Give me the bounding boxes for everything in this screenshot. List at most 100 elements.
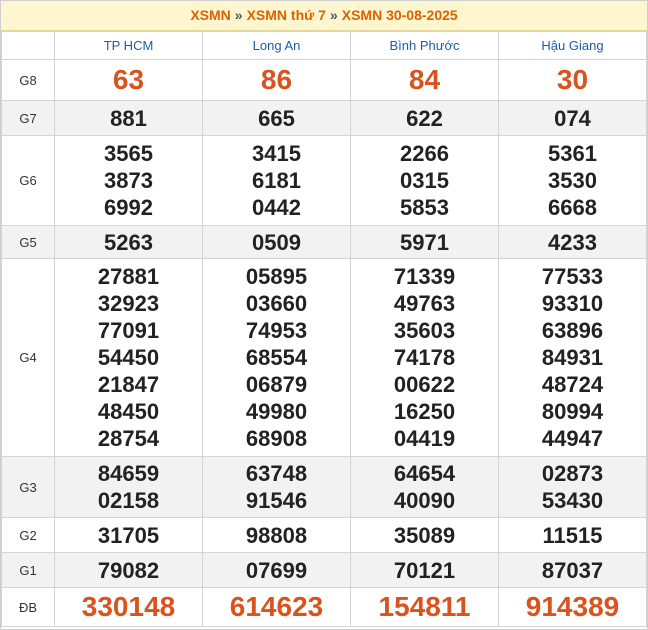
prize-cell: 881: [54, 100, 203, 136]
prize-row: G3 84659 02158 63748 91546 64654 40090 02873 534…: [1, 456, 647, 518]
prize-label: G8: [1, 59, 55, 101]
prize-number: 330148: [81, 591, 176, 622]
province-name: TP HCM: [103, 38, 154, 53]
prize-number: 16250: [393, 399, 456, 424]
prize-cell: 074: [498, 100, 647, 136]
prize-row: G8 63 86 84 30: [1, 59, 647, 101]
prize-number: 31705: [97, 522, 160, 548]
province-header[interactable]: TP HCM: [54, 31, 203, 60]
prize-cell: 70121: [350, 552, 499, 588]
prize-label: G1: [1, 552, 55, 588]
prize-cell: 330148: [54, 587, 203, 627]
prize-cell: 02873 53430: [498, 456, 647, 518]
prize-label: G7: [1, 100, 55, 136]
prize-number: 77533: [541, 264, 604, 289]
breadcrumb-link-date[interactable]: XSMN 30-08-2025: [342, 7, 458, 23]
prize-number: 3415: [252, 141, 301, 166]
prize-cell: 2266 0315 5853: [350, 135, 499, 226]
prize-cell: 07699: [202, 552, 351, 588]
prize-cell: 63: [54, 59, 203, 101]
prize-number: 28754: [97, 426, 160, 451]
prize-cell: 3565 3873 6992: [54, 135, 203, 226]
prize-number: 6668: [548, 195, 597, 220]
province-name: Long An: [252, 38, 301, 53]
prize-row: G1 79082 07699 70121 87037: [1, 552, 647, 588]
prize-cell: 622: [350, 100, 499, 136]
prize-cell: 05895 03660 74953 68554 06879 49980 68908: [202, 258, 351, 457]
prize-number: 84931: [541, 345, 604, 370]
prize-number: 0509: [252, 229, 301, 255]
prize-number: 21847: [97, 372, 160, 397]
prize-cell: 27881 32923 77091 54450 21847 48450 28754: [54, 258, 203, 457]
prize-number: 02873: [541, 461, 604, 486]
prize-number: 11515: [542, 522, 603, 548]
prize-number: 4233: [548, 229, 597, 255]
results-table: TP HCM Long An Bình Phước Hậu Giang G8 63…: [1, 31, 647, 627]
prize-number: 32923: [97, 291, 160, 316]
prize-cell: 35089: [350, 517, 499, 553]
prize-number: 6181: [252, 168, 301, 193]
prize-number: 68554: [245, 345, 308, 370]
prize-number: 2266: [400, 141, 449, 166]
prize-number: 63896: [541, 318, 604, 343]
prize-row: G4 27881 32923 77091 54450 21847 48450 28754 058…: [1, 258, 647, 457]
prize-number: 622: [406, 105, 443, 131]
prize-number: 79082: [97, 557, 160, 583]
prize-cell: 5263: [54, 225, 203, 259]
prize-label: G4: [1, 258, 55, 457]
province-header[interactable]: Bình Phước: [350, 31, 499, 60]
prize-cell: 665: [202, 100, 351, 136]
prize-number: 05895: [245, 264, 308, 289]
prize-row: G2 31705 98808 35089 11515: [1, 517, 647, 553]
prize-cell: 77533 93310 63896 84931 48724 80994 44947: [498, 258, 647, 457]
prize-number: 63748: [245, 461, 308, 486]
prize-number: 5971: [400, 229, 449, 255]
prize-cell: 87037: [498, 552, 647, 588]
prize-number: 0315: [400, 168, 449, 193]
prize-number: 3530: [548, 168, 597, 193]
prize-cell: 5361 3530 6668: [498, 135, 647, 226]
results-panel: XSMN» XSMN thứ 7» XSMN 30-08-2025 TP HCM L…: [0, 0, 648, 630]
prize-number: 80994: [541, 399, 604, 424]
prize-number: 914389: [525, 591, 620, 622]
breadcrumb-link-weekday[interactable]: XSMN thứ 7: [247, 7, 326, 23]
prize-cell: 98808: [202, 517, 351, 553]
province-name: Bình Phước: [389, 38, 460, 53]
prize-number: 07699: [245, 557, 308, 583]
prize-row: G7 881 665 622 074: [1, 100, 647, 136]
prize-number: 74953: [245, 318, 308, 343]
prize-number: 86: [260, 64, 293, 95]
prize-cell: 79082: [54, 552, 203, 588]
province-header[interactable]: Hậu Giang: [498, 31, 647, 60]
breadcrumb-link-xsmn[interactable]: XSMN: [190, 7, 230, 23]
province-header[interactable]: Long An: [202, 31, 351, 60]
prize-number: 27881: [97, 264, 160, 289]
prize-number: 49980: [245, 399, 308, 424]
prize-cell: 84659 02158: [54, 456, 203, 518]
prize-cell: 0509: [202, 225, 351, 259]
prize-cell: 3415 6181 0442: [202, 135, 351, 226]
province-name: Hậu Giang: [541, 38, 604, 53]
prize-number: 5263: [104, 229, 153, 255]
prize-number: 40090: [393, 488, 456, 513]
prize-cell: 31705: [54, 517, 203, 553]
breadcrumb-separator: »: [329, 7, 338, 23]
prize-number: 54450: [97, 345, 160, 370]
prize-number: 6992: [104, 195, 153, 220]
prize-number: 881: [110, 105, 147, 131]
prize-number: 614623: [229, 591, 324, 622]
prize-cell: 5971: [350, 225, 499, 259]
prize-cell: 4233: [498, 225, 647, 259]
prize-cell: 64654 40090: [350, 456, 499, 518]
prize-number: 35089: [393, 522, 456, 548]
prize-cell: 614623: [202, 587, 351, 627]
prize-number: 74178: [393, 345, 456, 370]
prize-number: 70121: [393, 557, 456, 583]
prize-number: 30: [556, 64, 589, 95]
prize-number: 06879: [245, 372, 308, 397]
prize-number: 98808: [245, 522, 308, 548]
prize-number: 44947: [541, 426, 604, 451]
prize-cell: 84: [350, 59, 499, 101]
prize-label: ĐB: [1, 587, 55, 627]
breadcrumb: XSMN» XSMN thứ 7» XSMN 30-08-2025: [1, 1, 647, 31]
